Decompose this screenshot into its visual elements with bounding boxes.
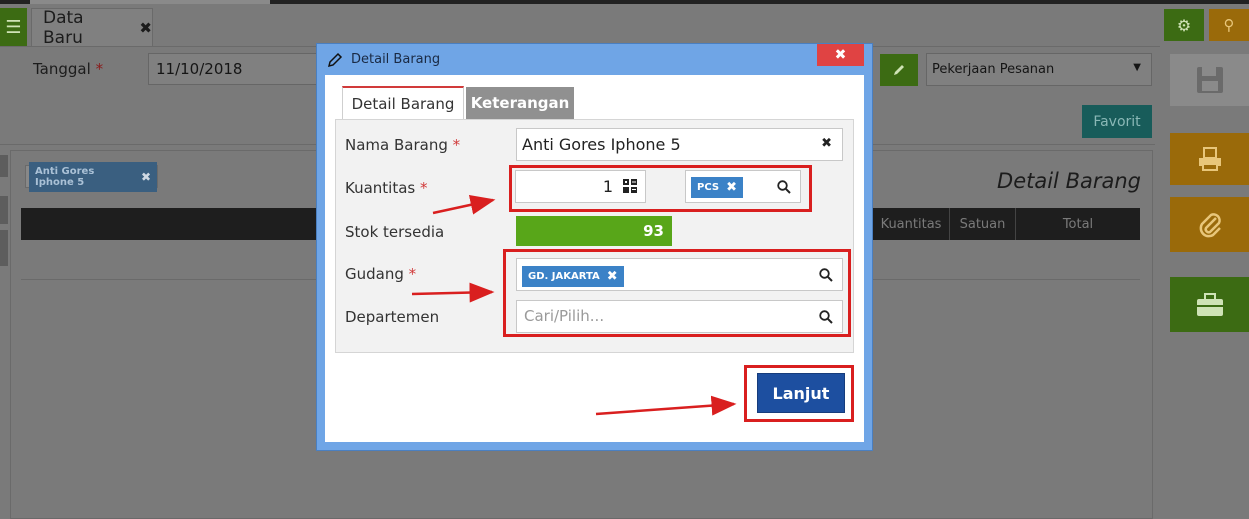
item-chip-container[interactable]: Anti Gores Iphone 5 ✖ [25,161,158,192]
top-bar [0,0,1249,4]
modal-title-bar: Detail Barang [317,44,872,75]
menu-icon: ☰ [5,16,22,38]
item-chip-label: Anti Gores Iphone 5 [35,165,95,188]
gear-icon: ⚙ [1176,15,1192,35]
kuantitas-label: Kuantitas * [345,179,428,197]
annotation-box-lanjut [744,365,854,422]
tanggal-label-text: Tanggal [33,60,91,78]
nama-barang-value: Anti Gores Iphone 5 [522,135,681,154]
briefcase-button[interactable] [1170,277,1249,332]
close-icon[interactable]: ✖ [141,170,151,184]
departemen-label: Departemen [345,308,440,326]
tab-data-baru[interactable]: Data Baru ✖ [31,7,153,48]
pencil-icon [894,65,904,75]
print-button[interactable] [1170,133,1249,185]
tab-keterangan[interactable]: Keterangan [466,87,574,119]
stok-label: Stok tersedia [345,223,445,241]
tab-label: Data Baru [43,7,84,48]
annotation-box-kuantitas [509,165,812,212]
briefcase-icon [1196,292,1223,316]
print-icon [1198,147,1221,171]
required-mark: * [452,136,461,154]
nama-barang-label-text: Nama Barang [345,136,448,154]
attachment-button[interactable] [1170,197,1249,252]
gudang-label-text: Gudang [345,265,404,283]
column-header[interactable]: Total [1015,208,1140,240]
item-chip: Anti Gores Iphone 5 ✖ [29,161,157,192]
modal-close-button[interactable]: ✖ [817,44,864,66]
tanggal-label: Tanggal * [33,60,103,78]
gudang-label: Gudang * [345,265,416,283]
menu-button[interactable]: ☰ [0,8,27,46]
kuantitas-label-text: Kuantitas [345,179,416,197]
tanggal-input[interactable]: 11/10/2018 [148,53,328,85]
favorit-button[interactable]: Favorit [1082,105,1152,138]
paperclip-icon [1199,212,1221,237]
save-button[interactable] [1170,54,1249,106]
save-icon [1196,67,1223,93]
pekerjaan-select[interactable]: Pekerjaan Pesanan ▼ [926,53,1152,86]
left-edge-handle [0,155,8,177]
column-header[interactable]: Kuantitas [872,208,949,240]
nama-barang-label: Nama Barang * [345,136,460,154]
settings-button[interactable]: ⚙ [1164,9,1204,41]
location-button[interactable]: ⚲ [1209,9,1249,41]
section-title: Detail Barang [997,169,1141,193]
modal-title: Detail Barang [351,52,441,67]
tab-close-icon[interactable]: ✖ [139,19,152,37]
required-mark: * [95,60,104,78]
clear-icon[interactable]: ✖ [821,136,832,151]
column-header[interactable]: Satuan [949,208,1015,240]
top-bar-segment [30,0,270,4]
left-edge-handle [0,230,8,266]
edit-button[interactable] [880,54,918,86]
annotation-box-gudang [503,249,851,337]
pencil-icon [327,52,343,67]
required-mark: * [408,265,417,283]
tab-detail-barang[interactable]: Detail Barang [342,86,464,119]
chevron-down-icon: ▼ [1133,62,1141,73]
pin-icon: ⚲ [1223,16,1235,34]
pekerjaan-select-value: Pekerjaan Pesanan [932,62,1055,77]
required-mark: * [420,179,428,197]
nama-barang-input[interactable]: Anti Gores Iphone 5 ✖ [516,128,843,161]
left-edge-handle [0,196,8,224]
stok-value: 93 [516,216,672,246]
close-icon: ✖ [834,47,847,63]
